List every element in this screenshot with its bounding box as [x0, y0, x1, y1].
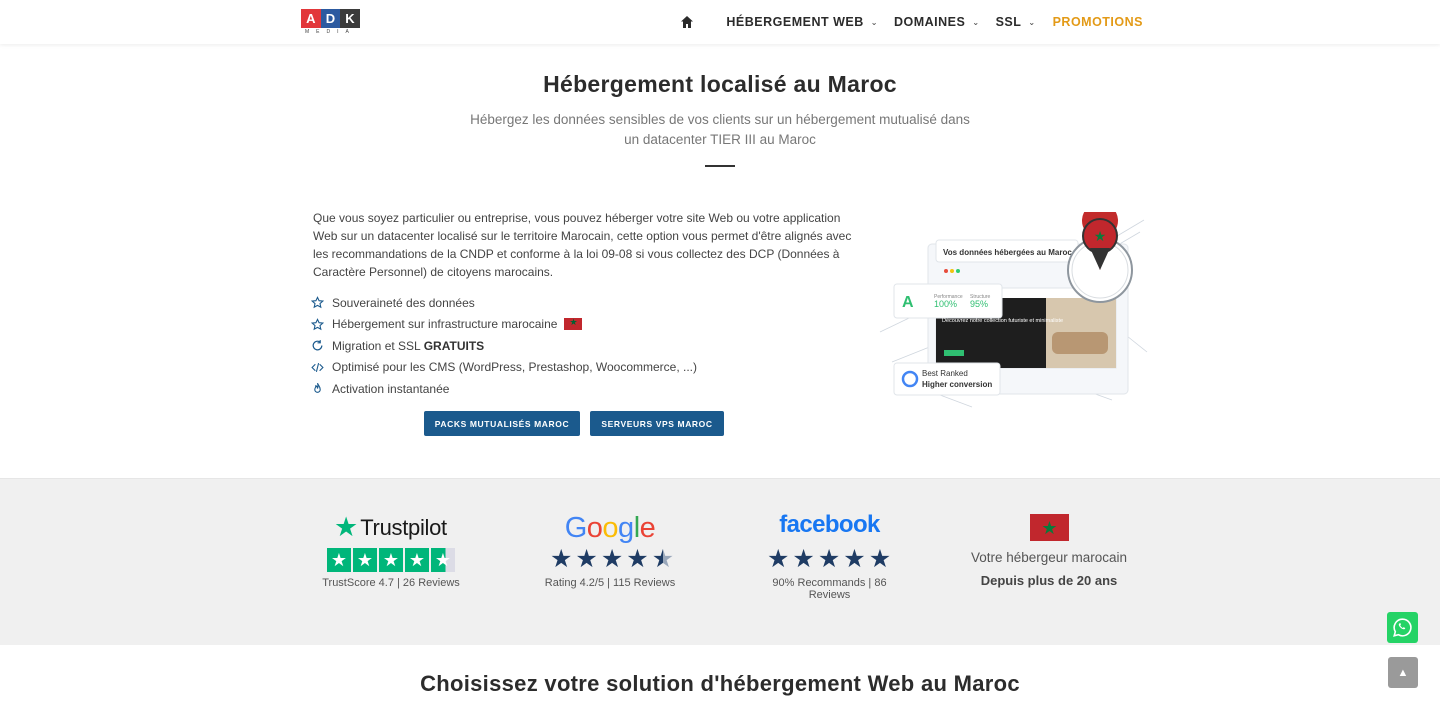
logo-subtitle: MEDIA: [305, 29, 356, 35]
nav-label: DOMAINES: [893, 15, 966, 29]
star-icon: ★: [767, 545, 790, 573]
logo-letter-a: A: [301, 9, 321, 28]
facebook-logo: facebook: [779, 511, 880, 538]
star-icon: ★: [575, 545, 598, 573]
feature-text: Migration et SSL: [332, 338, 421, 353]
star-icon: ★: [600, 545, 624, 573]
packs-mutualises-button[interactable]: PACKS MUTUALISÉS MAROC: [424, 411, 580, 436]
star-icon: ★: [792, 545, 815, 573]
star-icon: ★: [405, 548, 429, 572]
moroccan-host-years: Depuis plus de 20 ans: [980, 573, 1118, 588]
svg-text:A: A: [902, 294, 914, 311]
trustpilot-caption: TrustScore 4.7 | 26 Reviews: [322, 577, 460, 589]
home-icon[interactable]: [680, 15, 694, 29]
metric1-value: 100%: [934, 299, 957, 309]
refresh-icon: [310, 339, 324, 353]
feature-text: Optimisé pour les CMS (WordPress, Presta…: [332, 360, 697, 375]
trustpilot-stars: ★ ★ ★ ★ ★: [327, 548, 455, 572]
star-icon: ★: [843, 545, 866, 573]
facebook-caption: 90% Recommands | 86 Reviews: [772, 577, 887, 601]
logo-letter-k: K: [340, 9, 360, 28]
intro-paragraph: Que vous soyez particulier ou entreprise…: [313, 211, 852, 279]
star-outline-icon: [310, 296, 324, 310]
feature-bold-text: GRATUITS: [423, 338, 485, 353]
trustpilot-wordmark: Trustpilot: [360, 514, 447, 540]
star-icon: ★: [353, 548, 377, 572]
whatsapp-button[interactable]: [1387, 612, 1418, 643]
site-header: A D K MEDIA HÉBERGEMENT WEB ⌄ DOMAINES ⌄…: [0, 0, 1440, 44]
star-half-icon: ★: [431, 548, 455, 572]
feature-text: Activation instantanée: [332, 381, 450, 396]
illustration-site-headline: Découvrez notre collection futuriste et …: [942, 318, 1063, 324]
trustpilot-star-icon: ★: [334, 512, 359, 542]
section-title-solutions: Choisissez votre solution d'hébergement …: [420, 671, 1020, 696]
star-icon: ★: [550, 545, 573, 573]
page-subtitle: Hébergez les données sensibles de vos cl…: [470, 112, 970, 147]
star-icon: ★: [817, 545, 841, 573]
star-icon: ★: [868, 545, 892, 573]
badge-line2: Higher conversion: [922, 380, 992, 389]
trustpilot-logo: ★ Trustpilot: [334, 514, 447, 541]
nav-promotions[interactable]: PROMOTIONS: [1053, 15, 1143, 29]
nav-label: PROMOTIONS: [1052, 15, 1143, 29]
scroll-to-top-button[interactable]: ▲: [1388, 657, 1418, 688]
feature-item: Hébergement sur infrastructure marocaine: [310, 314, 697, 336]
whatsapp-icon: [1393, 618, 1412, 637]
feature-list: Souveraineté des données Hébergement sur…: [310, 292, 697, 400]
serveurs-vps-button[interactable]: SERVEURS VPS MAROC: [590, 411, 724, 436]
title-divider: [705, 165, 735, 167]
moroccan-host-label: Votre hébergeur marocain: [970, 550, 1128, 565]
illustration-card-title: Vos données hébergées au Maroc: [943, 248, 1072, 257]
nav-label: SSL: [995, 15, 1022, 29]
star-half-icon: ★: [651, 545, 675, 573]
feature-text: Hébergement sur infrastructure marocaine: [332, 317, 558, 332]
star-icon: ★: [379, 548, 403, 572]
star-icon: ★: [626, 545, 649, 573]
code-icon: [310, 360, 324, 374]
feature-item: Optimisé pour les CMS (WordPress, Presta…: [310, 357, 697, 379]
page-title: Hébergement localisé au Maroc: [543, 71, 897, 97]
facebook-stars: ★ ★ ★ ★ ★: [767, 547, 891, 572]
nav-domaines[interactable]: DOMAINES ⌄: [894, 15, 980, 29]
logo-letter-d: D: [320, 9, 341, 28]
main-nav: HÉBERGEMENT WEB ⌄ DOMAINES ⌄ SSL ⌄ PROMO…: [680, 0, 1143, 44]
chevron-down-icon: ⌄: [972, 17, 980, 27]
chevron-up-icon: ▲: [1397, 666, 1409, 679]
fire-icon: [310, 382, 324, 396]
star-icon: ★: [327, 548, 351, 572]
hosting-illustration: Vos données hébergées au Maroc A Perform…: [872, 202, 1152, 412]
feature-text: Souveraineté des données: [332, 295, 475, 310]
feature-item: Souveraineté des données: [310, 292, 697, 314]
google-caption: Rating 4.2/5 | 115 Reviews: [544, 577, 676, 589]
nav-label: HÉBERGEMENT WEB: [726, 15, 864, 29]
nav-hebergement-web[interactable]: HÉBERGEMENT WEB ⌄: [726, 15, 878, 29]
feature-item: Migration et SSL GRATUITS: [310, 335, 697, 357]
google-logo: Google: [564, 512, 656, 544]
feature-item: Activation instantanée: [310, 378, 697, 400]
morocco-flag-icon: [564, 317, 583, 331]
google-stars: ★ ★ ★ ★ ★: [550, 547, 674, 572]
svg-text:★: ★: [1094, 229, 1107, 245]
adk-media-logo[interactable]: A D K MEDIA: [301, 9, 360, 36]
metric2-value: 95%: [970, 299, 988, 309]
badge-line1: Best Ranked: [922, 369, 968, 378]
trust-band: ★ Trustpilot ★ ★ ★ ★ ★ TrustScore 4.7 | …: [0, 478, 1440, 645]
morocco-flag-icon: ★: [1030, 514, 1069, 541]
chevron-down-icon: ⌄: [1028, 17, 1036, 27]
nav-ssl[interactable]: SSL ⌄: [996, 15, 1036, 29]
chevron-down-icon: ⌄: [870, 17, 878, 27]
star-outline-icon: [310, 317, 324, 331]
